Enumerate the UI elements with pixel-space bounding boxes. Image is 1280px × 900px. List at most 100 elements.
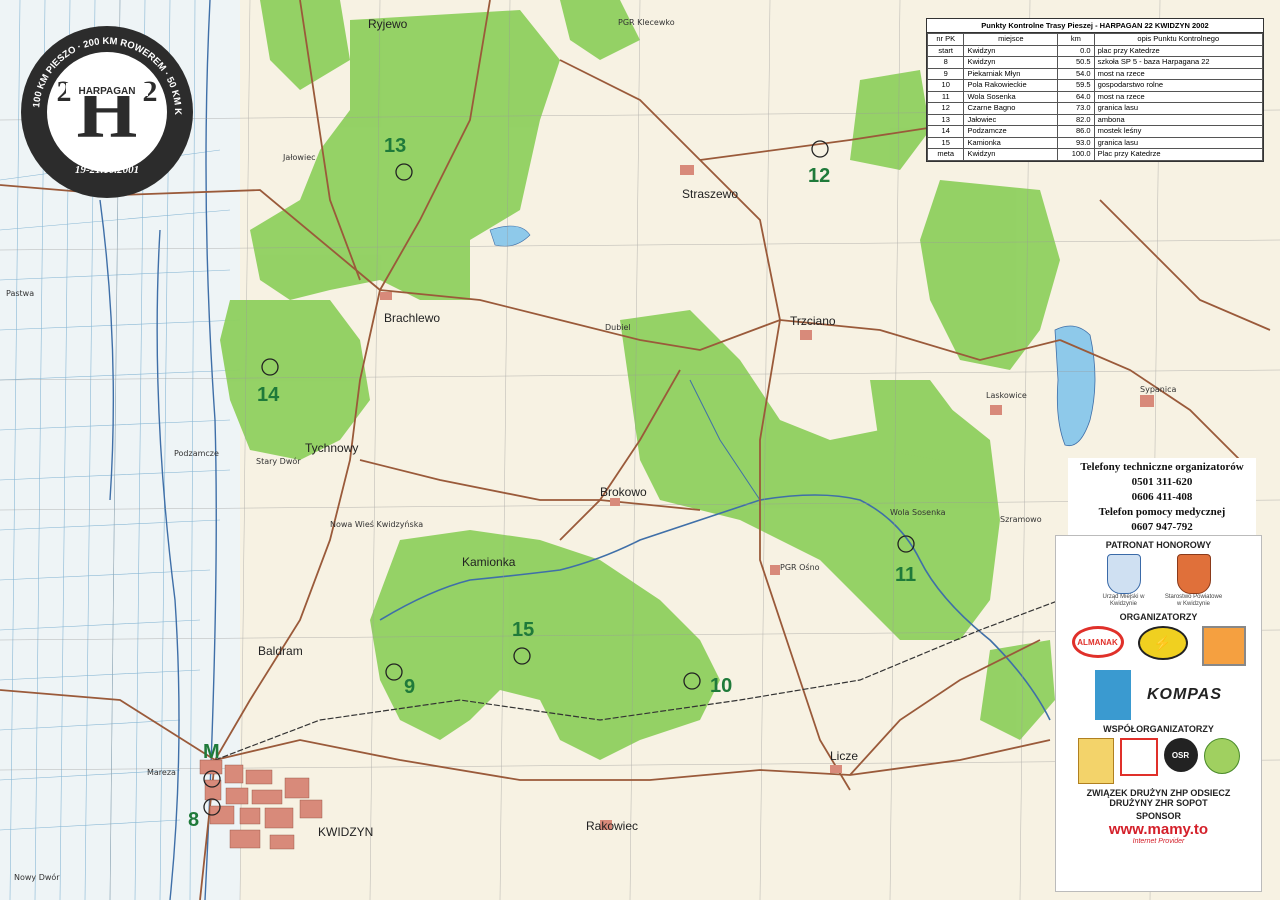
checkpoint-label-15: 15 bbox=[512, 619, 534, 641]
cell-place: Wola Sosenka bbox=[963, 90, 1059, 103]
cell-km: 82.0 bbox=[1057, 113, 1095, 126]
table-row: 9 Piekarniak Młyn 54.0 most na rzece bbox=[926, 67, 1264, 80]
checkpoint-label-M: M bbox=[203, 741, 220, 763]
logo-place-year: KWIDZYN 2001 bbox=[67, 148, 147, 160]
green-logo-icon bbox=[1203, 738, 1240, 774]
phone-contacts: Telefony techniczne organizatorów 0501 3… bbox=[1068, 458, 1256, 537]
phone-number-1[interactable]: 0501 311-620 bbox=[1068, 475, 1256, 490]
label-brokowo: Brokowo bbox=[600, 485, 647, 499]
table-row: 8 Kwidzyn 50.5 szkoła SP 5 - baza Harpagana… bbox=[926, 56, 1264, 69]
label-tychnowy: Tychnowy bbox=[305, 441, 358, 455]
cell-km: 50.5 bbox=[1057, 56, 1095, 69]
honorary-1-caption: Urząd Miejski w Kwidzynie bbox=[1102, 594, 1145, 607]
cell-place: Pola Rakowieckie bbox=[963, 79, 1059, 92]
checkpoint-label-8: 8 bbox=[188, 809, 199, 831]
label-ryjewo: Ryjewo bbox=[368, 17, 408, 31]
label-straszewo: Straszewo bbox=[682, 187, 738, 201]
cell-place: Jałowiec bbox=[963, 113, 1059, 126]
label-baldram: Baldram bbox=[258, 644, 303, 658]
cell-nr: 12 bbox=[926, 102, 965, 115]
cell-place: Piekarniak Młyn bbox=[963, 67, 1059, 80]
col-header-desc: opis Punktu Kontrolnego bbox=[1093, 33, 1264, 46]
label-nowa-wies: Nowa Wieś Kwidzyńska bbox=[330, 519, 423, 529]
cell-place: Kwidzyn bbox=[963, 56, 1059, 69]
phone-number-2[interactable]: 0606 411-408 bbox=[1068, 490, 1256, 505]
label-laskowice: Laskowice bbox=[986, 391, 1027, 400]
organizers-title: ORGANIZATORZY bbox=[1119, 612, 1198, 622]
cell-nr: 15 bbox=[926, 136, 965, 149]
cell-desc: ambona bbox=[1093, 113, 1264, 126]
label-szramowo: Szramowo bbox=[1000, 515, 1042, 524]
cell-desc: mostek leśny bbox=[1093, 125, 1264, 138]
cell-nr: 13 bbox=[926, 113, 965, 126]
label-kwidzyn: KWIDZYN bbox=[318, 825, 373, 839]
medical-phone-number[interactable]: 0607 947-792 bbox=[1068, 520, 1256, 535]
cell-desc: most na rzece bbox=[1093, 90, 1264, 103]
cell-desc: gospodarstwo rolne bbox=[1093, 79, 1264, 92]
orienteering-logo-icon bbox=[1201, 626, 1246, 666]
col-header-km: km bbox=[1057, 33, 1095, 46]
label-licze: Licze bbox=[830, 749, 858, 763]
label-nowy-dwor: Nowy Dwór bbox=[14, 872, 60, 882]
label-rakowiec: Rakowiec bbox=[586, 819, 638, 833]
checkpoint-table: Punkty Kontrolne Trasy Pieszej - HARPAGA… bbox=[926, 18, 1264, 162]
phones-title: Telefony techniczne organizatorów bbox=[1080, 461, 1244, 473]
cell-place: Podzamcze bbox=[963, 125, 1059, 138]
checkpoint-label-9: 9 bbox=[404, 676, 415, 698]
cell-nr: start bbox=[926, 44, 965, 57]
cell-nr: 8 bbox=[926, 56, 965, 69]
col-header-place: miejsce bbox=[963, 33, 1059, 46]
city-crest-icon bbox=[1106, 554, 1141, 594]
cell-km: 73.0 bbox=[1057, 102, 1095, 115]
table-row: 15 Kamionka 93.0 granica lasu bbox=[926, 136, 1264, 149]
label-mareza: Mareza bbox=[147, 768, 176, 777]
sponsor-url[interactable]: www.mamy.to bbox=[1056, 821, 1261, 838]
table-row: meta Kwidzyn 100.0 Plac przy Katedrze bbox=[926, 148, 1264, 161]
cell-desc: granica lasu bbox=[1093, 136, 1264, 149]
cell-desc: most na rzece bbox=[1093, 67, 1264, 80]
cell-nr: 9 bbox=[926, 67, 965, 80]
cell-desc: Plac przy Katedrze bbox=[1093, 148, 1264, 161]
label-podzamcze: Podzamcze bbox=[174, 449, 219, 458]
label-brachlewo: Brachlewo bbox=[384, 311, 440, 325]
kompas-logo: KOMPAS bbox=[1146, 686, 1223, 703]
honorary-2-caption: Starostwo Powiatowe w Kwidzynie bbox=[1164, 594, 1223, 607]
cell-place: Kwidzyn bbox=[963, 44, 1059, 57]
label-pgr-osno: PGR Ośno bbox=[780, 562, 820, 572]
zhp-line-2: DRUŻYNY ZHR SOPOT bbox=[1109, 798, 1208, 808]
label-stary-dwor: Stary Dwór bbox=[256, 456, 301, 466]
county-crest-icon bbox=[1176, 554, 1211, 594]
cell-km: 100.0 bbox=[1057, 148, 1095, 161]
logo-dates: 19-21.10.2001 bbox=[75, 164, 139, 176]
cell-km: 64.0 bbox=[1057, 90, 1095, 103]
table-header-row: nr PK miejsce km opis Punktu Kontrolnego bbox=[926, 33, 1264, 46]
cell-place: Kwidzyn bbox=[963, 148, 1059, 161]
compass-logo-icon: ⚡ bbox=[1137, 626, 1188, 660]
co-organizers-title: WSPÓŁORGANIZATORZY bbox=[1103, 724, 1214, 734]
cell-km: 0.0 bbox=[1057, 44, 1095, 57]
zhp-badge-icon bbox=[1077, 738, 1114, 784]
label-pgr-klecewko: PGR Klecewko bbox=[618, 18, 675, 27]
sponsor-panel: PATRONAT HONOROWY Urząd Miejski w Kwidzy… bbox=[1055, 535, 1262, 892]
sponsor-title: SPONSOR bbox=[1135, 811, 1181, 821]
label-pastwa: Pastwa bbox=[6, 289, 34, 298]
almanak-logo: ALMANAK bbox=[1071, 626, 1124, 658]
table-row: 10 Pola Rakowieckie 59.5 gospodarstwo rolne bbox=[926, 79, 1264, 92]
cell-desc: plac przy Katedrze bbox=[1093, 44, 1264, 57]
medical-phone-title: Telefon pomocy medycznej bbox=[1098, 506, 1226, 518]
label-dubiel: Dubiel bbox=[605, 323, 631, 332]
logo-name: HARPAGAN bbox=[78, 86, 135, 97]
ltw-logo-icon bbox=[1094, 670, 1131, 720]
cell-km: 59.5 bbox=[1057, 79, 1095, 92]
table-row: start Kwidzyn 0.0 plac przy Katedrze bbox=[926, 44, 1264, 57]
cell-km: 54.0 bbox=[1057, 67, 1095, 80]
cell-nr: 11 bbox=[926, 90, 965, 103]
label-sypanica: Sypanica bbox=[1140, 385, 1176, 394]
label-kamionka: Kamionka bbox=[462, 555, 516, 569]
logo-big-letter: H bbox=[77, 67, 138, 154]
zhp-line-1: ZWIĄZEK DRUŻYN ZHP ODSIECZ bbox=[1086, 788, 1231, 798]
cell-km: 86.0 bbox=[1057, 125, 1095, 138]
table-row: 11 Wola Sosenka 64.0 most na rzece bbox=[926, 90, 1264, 103]
cell-nr: meta bbox=[926, 148, 965, 161]
label-wola-sosenka: Wola Sosenka bbox=[890, 508, 946, 517]
